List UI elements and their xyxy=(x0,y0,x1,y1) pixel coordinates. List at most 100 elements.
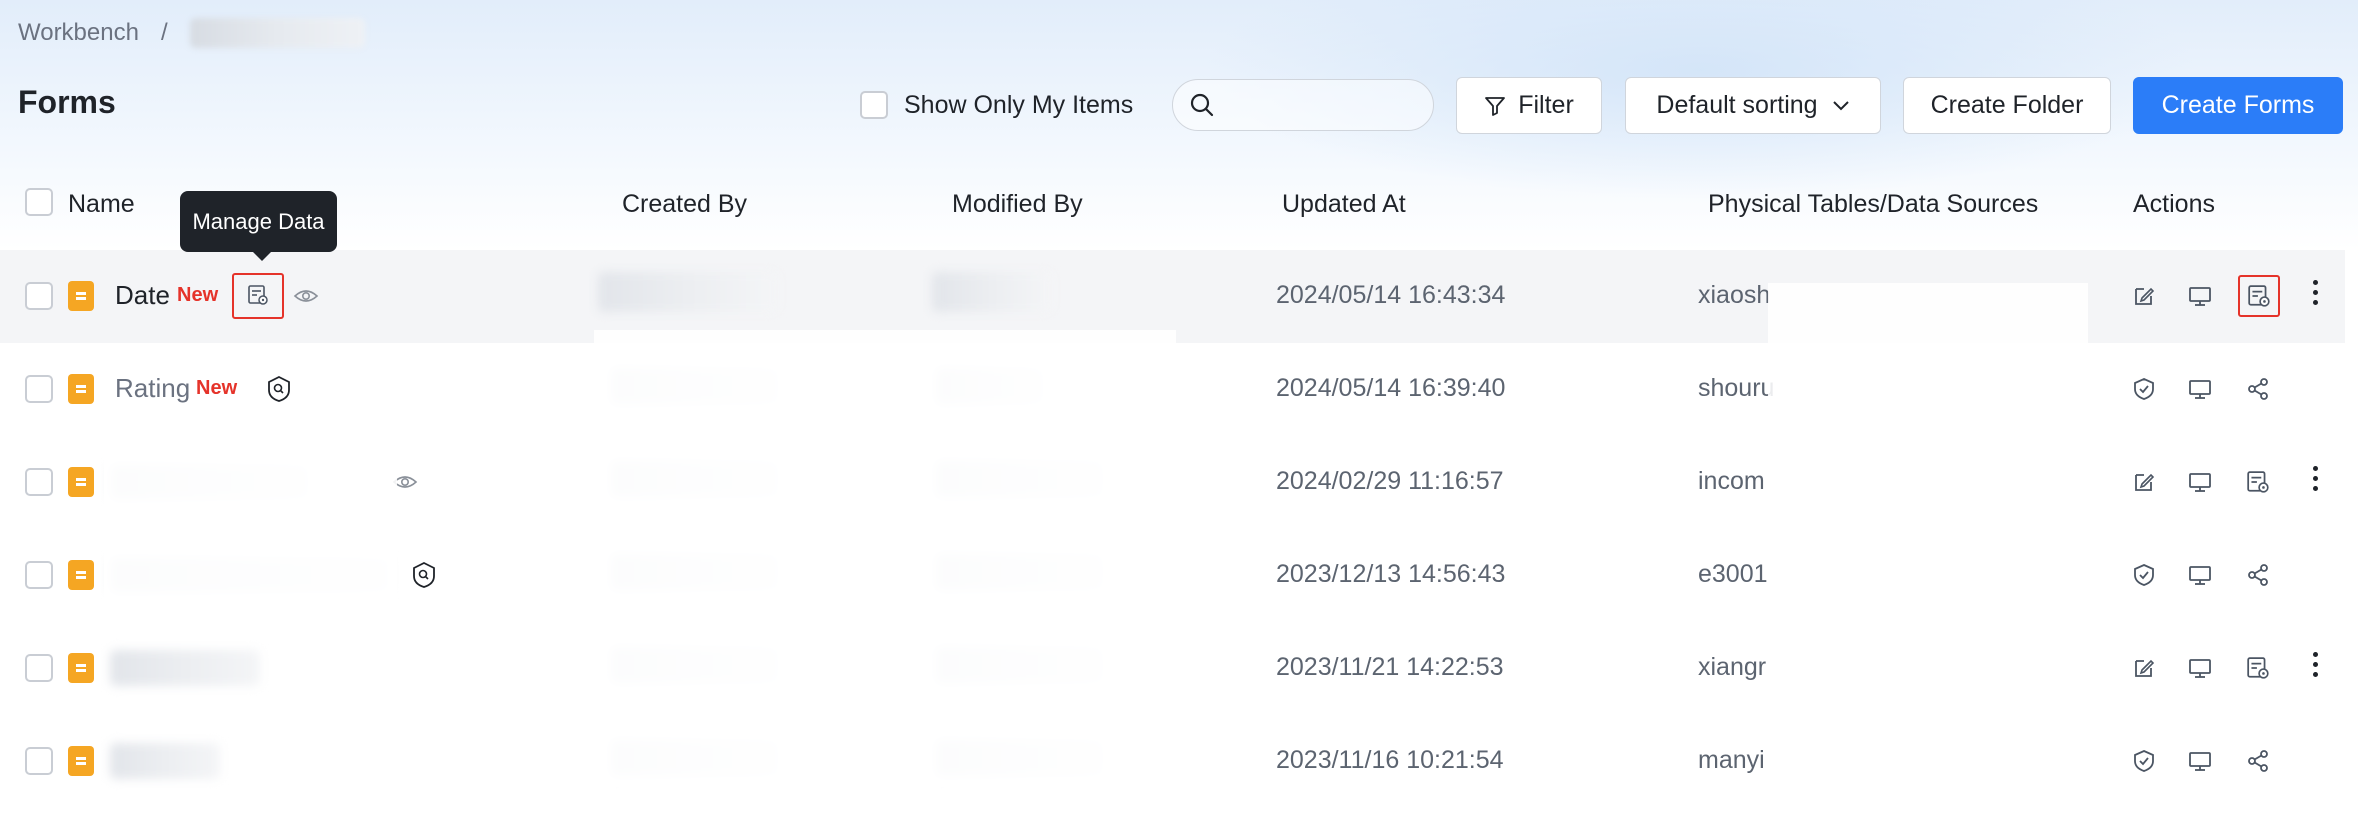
monitor-icon xyxy=(2189,473,2211,492)
edit-icon xyxy=(2135,659,2155,677)
redaction-overlay-users xyxy=(594,330,1176,787)
column-name[interactable]: Name xyxy=(68,190,135,219)
permission-action-button[interactable] xyxy=(2128,745,2160,777)
permission-action-button[interactable] xyxy=(2128,559,2160,591)
breadcrumb-separator: / xyxy=(160,19,168,46)
new-badge: New xyxy=(177,284,219,306)
more-actions-button[interactable] xyxy=(2306,463,2324,499)
physical-table: manyi xyxy=(1698,746,1765,774)
create-folder-label: Create Folder xyxy=(1930,91,2084,119)
updated-at: 2023/11/16 10:21:54 xyxy=(1276,746,1504,774)
show-only-my-items-label: Show Only My Items xyxy=(904,90,1134,119)
row-checkbox[interactable] xyxy=(25,561,53,589)
edit-icon xyxy=(2135,473,2155,491)
physical-table: incom xyxy=(1698,467,1765,495)
view-button[interactable] xyxy=(2184,466,2216,498)
manage-data-action-button[interactable] xyxy=(2238,275,2280,317)
view-button[interactable] xyxy=(2184,745,2216,777)
shield-check-icon xyxy=(2134,750,2154,772)
show-only-my-items-checkbox[interactable] xyxy=(860,91,888,119)
edit-icon xyxy=(2135,287,2155,305)
manage-data-icon xyxy=(2247,657,2269,679)
form-name-redacted xyxy=(110,743,220,779)
monitor-icon xyxy=(2189,566,2211,585)
updated-at: 2023/11/21 14:22:53 xyxy=(1276,653,1504,681)
created-by-redacted xyxy=(598,272,778,312)
permission-button[interactable] xyxy=(407,558,441,592)
permission-action-button[interactable] xyxy=(2128,373,2160,405)
manage-data-icon xyxy=(2247,471,2269,493)
updated-at: 2024/02/29 11:16:57 xyxy=(1276,467,1504,495)
updated-at: 2024/05/14 16:39:40 xyxy=(1276,374,1506,402)
share-button[interactable] xyxy=(2242,559,2274,591)
column-physical-tables: Physical Tables/Data Sources xyxy=(1708,190,2039,218)
search-input[interactable] xyxy=(1172,79,1434,131)
create-forms-button[interactable]: Create Forms xyxy=(2133,77,2343,134)
view-button[interactable] xyxy=(2184,280,2216,312)
shield-search-icon xyxy=(268,375,290,402)
sort-label: Default sorting xyxy=(1656,91,1818,119)
row-checkbox[interactable] xyxy=(25,282,53,310)
updated-at: 2023/12/13 14:56:43 xyxy=(1276,560,1506,588)
shield-search-icon xyxy=(413,561,435,588)
filter-label: Filter xyxy=(1518,91,1574,119)
column-created-by: Created By xyxy=(622,190,748,218)
permission-button[interactable] xyxy=(262,372,296,406)
table-header: Name Created By Modified By Updated At P… xyxy=(0,174,2358,234)
form-icon xyxy=(68,560,94,590)
breadcrumb-current-redacted xyxy=(189,18,365,48)
page-title: Forms xyxy=(18,84,116,120)
row-checkbox[interactable] xyxy=(25,375,53,403)
form-icon xyxy=(68,746,94,776)
row-checkbox[interactable] xyxy=(25,468,53,496)
physical-table: shouru xyxy=(1698,374,1775,402)
view-button[interactable] xyxy=(2184,652,2216,684)
preview-button[interactable] xyxy=(289,279,323,313)
monitor-icon xyxy=(2189,380,2211,399)
monitor-icon xyxy=(2189,287,2211,306)
column-updated-at[interactable]: Updated At xyxy=(1282,190,1406,219)
modified-by-redacted xyxy=(932,272,1052,312)
monitor-icon xyxy=(2189,659,2211,678)
filter-button[interactable]: Filter xyxy=(1456,77,1602,134)
physical-table: xiangr xyxy=(1698,653,1767,681)
manage-data-action-button[interactable] xyxy=(2242,466,2274,498)
manage-data-tooltip: Manage Data xyxy=(180,191,337,261)
edit-button[interactable] xyxy=(2128,280,2160,312)
manage-data-icon xyxy=(248,285,268,305)
physical-table: xiaosh xyxy=(1698,281,1771,309)
chevron-down-icon xyxy=(1832,100,1849,110)
view-button[interactable] xyxy=(2184,559,2216,591)
form-icon xyxy=(68,467,94,497)
redaction-overlay-physical xyxy=(1768,283,2088,787)
select-all-checkbox[interactable] xyxy=(25,188,53,216)
view-button[interactable] xyxy=(2184,373,2216,405)
show-only-my-items-toggle[interactable]: Show Only My Items xyxy=(860,77,1133,133)
more-actions-button[interactable] xyxy=(2306,277,2324,313)
updated-at: 2024/05/14 16:43:34 xyxy=(1276,281,1506,309)
manage-data-button[interactable] xyxy=(232,273,284,319)
monitor-icon xyxy=(2189,752,2211,771)
share-button[interactable] xyxy=(2242,745,2274,777)
form-name-redacted xyxy=(110,650,260,686)
more-actions-button[interactable] xyxy=(2306,649,2324,685)
form-icon xyxy=(68,653,94,683)
row-checkbox[interactable] xyxy=(25,747,53,775)
redaction-overlay-names xyxy=(104,443,397,621)
breadcrumb-workbench-link[interactable]: Workbench xyxy=(18,19,139,47)
form-name[interactable]: Date xyxy=(115,280,170,311)
row-checkbox[interactable] xyxy=(25,654,53,682)
share-button[interactable] xyxy=(2242,373,2274,405)
eye-icon xyxy=(293,290,319,302)
search-icon xyxy=(1190,93,1214,117)
edit-button[interactable] xyxy=(2128,466,2160,498)
manage-data-action-button[interactable] xyxy=(2242,652,2274,684)
form-name[interactable]: Rating xyxy=(115,373,190,404)
create-folder-button[interactable]: Create Folder xyxy=(1903,77,2111,134)
sort-dropdown[interactable]: Default sorting xyxy=(1625,77,1881,134)
shield-check-icon xyxy=(2134,564,2154,586)
column-modified-by: Modified By xyxy=(952,190,1083,218)
edit-button[interactable] xyxy=(2128,652,2160,684)
form-icon xyxy=(68,374,94,404)
breadcrumb: Workbench / xyxy=(18,16,365,50)
